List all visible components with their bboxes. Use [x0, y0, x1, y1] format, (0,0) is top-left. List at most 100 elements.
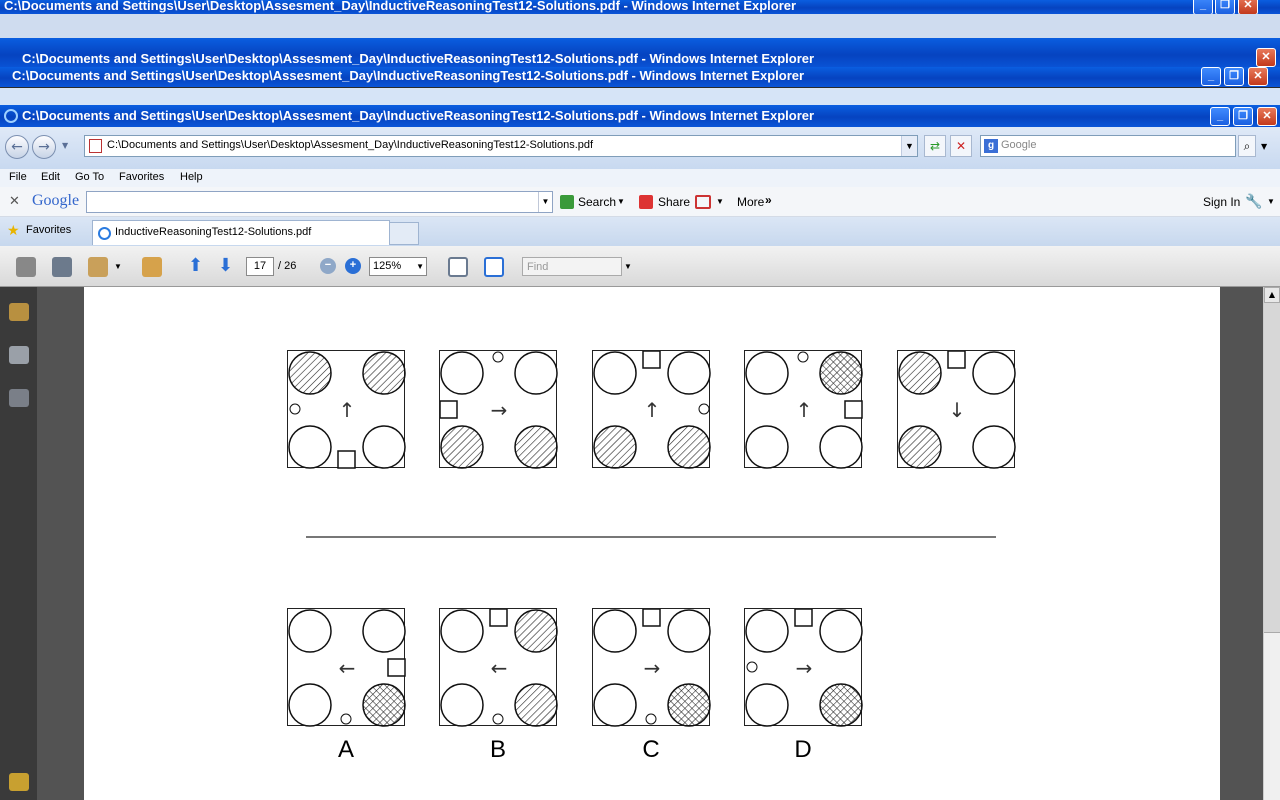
- answer-label-d: D: [794, 736, 812, 763]
- scroll-thumb[interactable]: [1264, 303, 1280, 633]
- right-arrow-icon: →: [644, 656, 661, 680]
- search-button[interactable]: ⌕: [1238, 135, 1256, 157]
- large-circle-1: [898, 351, 942, 395]
- menu-edit[interactable]: Edit: [41, 171, 60, 183]
- collaborate-icon[interactable]: [142, 257, 162, 277]
- small-square: [440, 400, 458, 419]
- dropdown-icon[interactable]: ▼: [538, 192, 552, 212]
- previous-page-icon[interactable]: ⬆: [188, 255, 203, 276]
- share-file-icon[interactable]: [88, 257, 108, 277]
- minimize-button[interactable]: _: [1193, 0, 1213, 14]
- figure-svg: →: [440, 351, 558, 469]
- large-circle-2: [819, 609, 863, 653]
- back-button[interactable]: ←: [5, 135, 29, 159]
- chevron-down-icon[interactable]: ▼: [716, 197, 724, 206]
- answer-option-c: →: [592, 608, 711, 727]
- zoom-in-icon[interactable]: +: [345, 258, 361, 274]
- forward-button[interactable]: →: [32, 135, 56, 159]
- search-options-icon[interactable]: ▼: [1261, 142, 1267, 151]
- google-search-button[interactable]: Search: [578, 195, 616, 209]
- menu-bar: File Edit Go To Favorites Help: [0, 169, 1280, 187]
- question-figure-1: ↑: [287, 350, 406, 469]
- new-tab-button[interactable]: [389, 222, 419, 245]
- close-button[interactable]: ✕: [1256, 48, 1276, 67]
- restore-button[interactable]: ❐: [1215, 0, 1235, 14]
- answer-label-b: B: [489, 736, 506, 763]
- large-circle-2: [819, 351, 863, 395]
- background-window-titlebar[interactable]: C:\Documents and Settings\User\Desktop\A…: [0, 67, 1280, 87]
- restore-button[interactable]: ❐: [1224, 67, 1244, 86]
- chevron-down-icon[interactable]: ▼: [624, 262, 632, 271]
- menu-goto[interactable]: Go To: [75, 171, 104, 183]
- favorites-button[interactable]: Favorites: [26, 224, 71, 236]
- zoom-select[interactable]: 125% ▼: [369, 257, 427, 276]
- binoculars-icon[interactable]: [9, 389, 29, 407]
- chevron-down-icon[interactable]: ▼: [1267, 197, 1275, 206]
- vertical-scrollbar[interactable]: ▲: [1263, 287, 1280, 800]
- zoom-out-icon[interactable]: −: [320, 258, 336, 274]
- main-window-titlebar[interactable]: C:\Documents and Settings\User\Desktop\A…: [0, 105, 1280, 127]
- large-circle-2: [514, 351, 558, 395]
- large-circle-1: [288, 609, 332, 653]
- fit-page-icon[interactable]: [484, 257, 504, 277]
- menu-file[interactable]: File: [9, 171, 27, 183]
- maximize-button[interactable]: ❐: [1233, 107, 1253, 126]
- menu-help[interactable]: Help: [180, 171, 203, 183]
- navigation-bar: ← → ▼ C:\Documents and Settings\User\Des…: [0, 127, 1280, 169]
- minimize-button[interactable]: _: [1201, 67, 1221, 86]
- large-circle-4: [514, 425, 558, 469]
- background-window-titlebar[interactable]: C:\Documents and Settings\User\Desktop\A…: [0, 0, 1280, 14]
- stop-button[interactable]: ✕: [950, 135, 972, 157]
- tab-title: InductiveReasoningTest12-Solutions.pdf: [115, 226, 312, 238]
- window-title: C:\Documents and Settings\User\Desktop\A…: [12, 68, 805, 83]
- chevron-down-icon[interactable]: ▼: [617, 197, 625, 206]
- menu-favorites[interactable]: Favorites: [119, 171, 164, 183]
- translate-icon[interactable]: [695, 195, 711, 209]
- close-button[interactable]: ✕: [1238, 0, 1258, 14]
- find-input[interactable]: Find: [522, 257, 622, 276]
- address-dropdown[interactable]: ▼: [901, 136, 917, 156]
- close-button[interactable]: ✕: [1248, 67, 1268, 86]
- more-button[interactable]: More: [737, 195, 764, 209]
- close-button[interactable]: ✕: [1257, 107, 1277, 126]
- close-toolbar-icon[interactable]: ✕: [9, 193, 20, 209]
- save-icon[interactable]: [52, 257, 72, 277]
- wrench-icon[interactable]: 🔧: [1245, 193, 1262, 210]
- tab-active[interactable]: InductiveReasoningTest12-Solutions.pdf: [92, 220, 390, 245]
- small-circle: [797, 351, 809, 363]
- sign-in-link[interactable]: Sign In: [1203, 195, 1240, 209]
- large-circle-1: [440, 609, 484, 653]
- figure-svg: ←: [288, 609, 406, 727]
- background-window-titlebar[interactable]: C:\Documents and Settings\User\Desktop\A…: [0, 38, 1280, 69]
- answer-label-a: A: [337, 736, 354, 763]
- address-bar[interactable]: C:\Documents and Settings\User\Desktop\A…: [84, 135, 918, 157]
- search-box[interactable]: g Google: [980, 135, 1236, 157]
- large-circle-2: [667, 351, 711, 395]
- google-icon: g: [984, 139, 998, 153]
- share-button[interactable]: Share: [658, 195, 690, 209]
- scroll-up-button[interactable]: ▲: [1264, 287, 1280, 303]
- small-square: [844, 400, 863, 419]
- comments-icon[interactable]: [9, 773, 29, 791]
- chevron-down-icon[interactable]: ▼: [62, 141, 68, 150]
- fit-width-icon[interactable]: [448, 257, 468, 277]
- small-square: [794, 609, 813, 627]
- print-icon[interactable]: [16, 257, 36, 277]
- large-circle-2: [972, 351, 1016, 395]
- minimize-button[interactable]: _: [1210, 107, 1230, 126]
- small-circle: [289, 403, 301, 415]
- down-arrow-icon: ↓: [949, 398, 966, 422]
- google-logo: Google: [32, 192, 80, 209]
- large-circle-1: [440, 351, 484, 395]
- page-number-input[interactable]: 17: [246, 257, 274, 276]
- search-icon: [560, 195, 574, 209]
- next-page-icon[interactable]: ⬇: [218, 255, 233, 276]
- left-arrow-icon: ←: [339, 656, 356, 680]
- chevron-down-icon[interactable]: ▼: [114, 262, 122, 271]
- refresh-button[interactable]: ⇄: [924, 135, 946, 157]
- lock-icon[interactable]: [9, 303, 29, 321]
- google-search-input[interactable]: ▼: [86, 191, 553, 213]
- pages-icon[interactable]: [9, 346, 29, 364]
- large-circle-3: [440, 425, 484, 469]
- background-window-navbar: [0, 14, 1280, 38]
